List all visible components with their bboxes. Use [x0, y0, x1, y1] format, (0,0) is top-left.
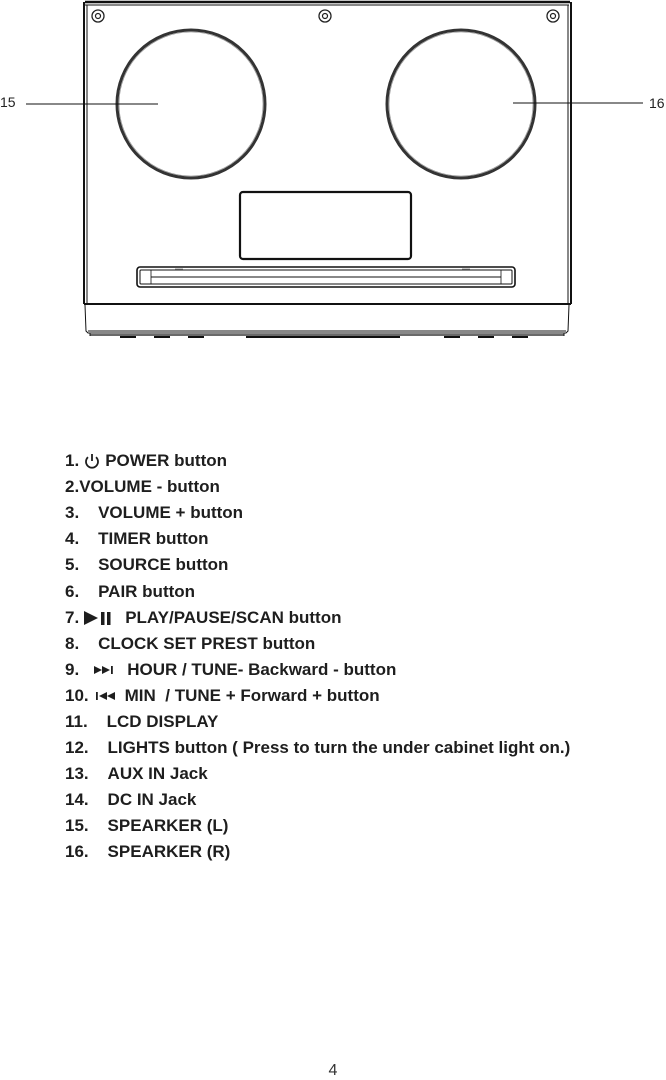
- skip-forward-icon: [93, 664, 115, 676]
- part-number: 16.: [65, 842, 89, 862]
- part-number: 10.: [65, 685, 89, 705]
- part-number: 7.: [65, 607, 80, 627]
- part-item-pair: 6. PAIR button: [65, 578, 570, 604]
- part-number: 12.: [65, 738, 89, 758]
- part-label: POWER button: [105, 451, 227, 471]
- screw-icon-center: [318, 9, 332, 23]
- part-label: TIMER button: [98, 529, 209, 549]
- part-number: 5.: [65, 555, 80, 575]
- part-number: 14.: [65, 790, 89, 810]
- part-item-lights: 12. LIGHTS button ( Press to turn the un…: [65, 735, 570, 761]
- part-item-volume-up: 3. VOLUME + button: [65, 500, 570, 526]
- part-number: 11.: [65, 711, 88, 731]
- callout-label-16: 16: [649, 95, 665, 111]
- part-label: DC IN Jack: [107, 790, 197, 810]
- part-item-aux-in: 13. AUX IN Jack: [65, 761, 570, 787]
- part-label: CLOCK SET PREST button: [98, 633, 316, 653]
- part-label: SOURCE button: [98, 555, 229, 575]
- part-number: 13.: [65, 764, 89, 784]
- part-item-volume-down: 2. VOLUME - button: [65, 474, 570, 500]
- part-item-min-tune-up: 10. MIN / TUNE + Forward + button: [65, 683, 570, 709]
- part-number: 9.: [65, 659, 80, 679]
- part-label: LCD DISPLAY: [106, 711, 219, 731]
- part-item-source: 5. SOURCE button: [65, 552, 570, 578]
- part-label: PLAY/PAUSE/SCAN button: [125, 607, 342, 627]
- part-label: VOLUME + button: [98, 503, 244, 523]
- light-bar: [136, 266, 516, 288]
- part-number: 4.: [65, 529, 80, 549]
- lcd-display: [238, 190, 413, 261]
- screw-icon-right: [546, 9, 560, 23]
- part-item-dc-in: 14. DC IN Jack: [65, 787, 570, 813]
- part-label: SPEARKER (L): [107, 816, 229, 836]
- part-label: AUX IN Jack: [107, 764, 208, 784]
- part-item-lcd-display: 11. LCD DISPLAY: [65, 709, 570, 735]
- part-label: SPEARKER (R): [107, 842, 231, 862]
- part-number: 6.: [65, 581, 80, 601]
- part-item-play-pause: 7. PLAY/PAUSE/SCAN button: [65, 605, 570, 631]
- part-item-timer: 4. TIMER button: [65, 526, 570, 552]
- parts-list: 1. POWER button 2. VOLUME - button 3. VO…: [65, 448, 570, 866]
- part-number: 1.: [65, 451, 80, 471]
- part-item-hour-tune-down: 9. HOUR / TUNE- Backward - button: [65, 657, 570, 683]
- part-label: PAIR button: [98, 581, 196, 601]
- callout-label-15: 15: [0, 94, 16, 110]
- part-label: MIN / TUNE + Forward + button: [124, 685, 380, 705]
- part-number: 15.: [65, 816, 89, 836]
- part-label: LIGHTS button ( Press to turn the under …: [107, 738, 571, 758]
- right-speaker: [385, 28, 537, 180]
- part-number: 8.: [65, 633, 80, 653]
- part-item-speaker-left: 15. SPEARKER (L): [65, 813, 570, 839]
- part-item-clock-set: 8. CLOCK SET PREST button: [65, 631, 570, 657]
- callout-15: 15: [0, 94, 158, 110]
- part-number: 3.: [65, 503, 80, 523]
- device-front-diagram: 15 16: [0, 0, 665, 338]
- power-icon: [83, 452, 101, 470]
- part-number: 2.: [65, 477, 80, 497]
- page-number: 4: [328, 1062, 338, 1079]
- part-item-power: 1. POWER button: [65, 448, 570, 474]
- screw-icon-left: [91, 9, 105, 23]
- part-item-speaker-right: 16. SPEARKER (R): [65, 839, 570, 865]
- part-label: HOUR / TUNE- Backward - button: [127, 659, 397, 679]
- part-label: VOLUME - button: [79, 477, 220, 497]
